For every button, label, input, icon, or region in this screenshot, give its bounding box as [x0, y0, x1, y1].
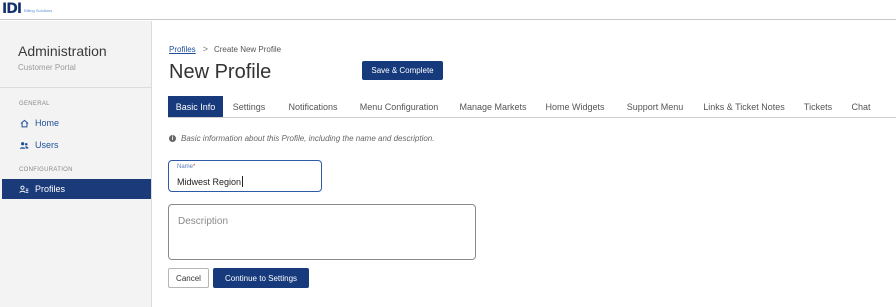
name-field-label: Name*	[177, 164, 196, 170]
sidebar-item-home[interactable]: Home	[2, 113, 151, 133]
page-title: New Profile	[169, 61, 272, 83]
tab-home-widgets[interactable]: Home Widgets	[543, 96, 607, 117]
profiles-icon	[19, 184, 29, 194]
tab-manage-markets[interactable]: Manage Markets	[456, 96, 530, 117]
breadcrumb: Profiles > Create New Profile	[169, 44, 281, 54]
tab-menu-configuration[interactable]: Menu Configuration	[355, 96, 443, 117]
sidebar-divider	[0, 87, 151, 88]
sidebar-item-profiles[interactable]: Profiles	[2, 179, 151, 199]
sidebar-subtitle: Customer Portal	[18, 63, 76, 72]
tab-links-ticket-notes[interactable]: Links & Ticket Notes	[701, 96, 787, 117]
brand-logo[interactable]: IDI Billing Solutions	[2, 2, 52, 16]
tab-notifications[interactable]: Notifications	[284, 96, 342, 117]
tab-basic-info[interactable]: Basic Info	[168, 96, 223, 117]
sidebar-title: Administration	[18, 43, 107, 59]
description-placeholder: Description	[178, 216, 229, 227]
info-text: Basic information about this Profile, in…	[181, 134, 435, 143]
tab-chat[interactable]: Chat	[849, 96, 873, 117]
sidebar: Administration Customer Portal GENERAL H…	[0, 21, 152, 307]
breadcrumb-current: Create New Profile	[213, 44, 282, 54]
continue-to-settings-button[interactable]: Continue to Settings	[213, 268, 309, 288]
name-input[interactable]: Midwest Region	[177, 176, 244, 187]
top-bar: IDI Billing Solutions	[0, 0, 896, 20]
sidebar-item-label: Home	[35, 118, 60, 128]
breadcrumb-separator: >	[202, 44, 208, 54]
text-caret	[242, 176, 244, 187]
cancel-button[interactable]: Cancel	[168, 268, 209, 288]
sidebar-item-label: Users	[35, 140, 59, 150]
breadcrumb-link-profiles[interactable]: Profiles	[169, 45, 196, 54]
sidebar-item-users[interactable]: Users	[2, 135, 151, 155]
tab-support-menu[interactable]: Support Menu	[623, 96, 687, 117]
info-icon: i	[169, 135, 176, 142]
logo-mark: IDI	[2, 1, 22, 17]
tab-tickets[interactable]: Tickets	[801, 96, 835, 117]
save-complete-button[interactable]: Save & Complete	[362, 61, 443, 80]
home-icon	[19, 118, 29, 128]
sidebar-item-label: Profiles	[35, 184, 66, 194]
name-field[interactable]: Name* Midwest Region	[168, 160, 322, 192]
info-message: i Basic information about this Profile, …	[169, 134, 434, 143]
tab-settings[interactable]: Settings	[229, 96, 269, 117]
sidebar-section-configuration: CONFIGURATION	[19, 167, 73, 173]
users-icon	[19, 140, 29, 150]
logo-tagline: Billing Solutions	[24, 8, 53, 13]
sidebar-section-general: GENERAL	[19, 101, 50, 107]
required-marker: *	[193, 164, 196, 170]
tab-bar: Basic Info Settings Notifications Menu C…	[168, 96, 896, 118]
description-field[interactable]: Description	[168, 204, 476, 260]
